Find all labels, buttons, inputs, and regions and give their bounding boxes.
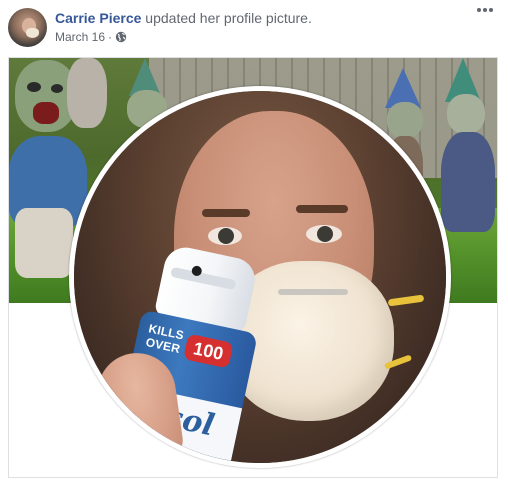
author-name-link[interactable]: Carrie Pierce (55, 10, 141, 26)
eyebrow-left (202, 209, 250, 217)
more-options-icon[interactable] (477, 8, 497, 20)
feed-post: Carrie Pierce updated her profile pictur… (0, 0, 508, 487)
globe-icon[interactable] (115, 31, 127, 43)
author-avatar[interactable] (8, 8, 47, 47)
post-media[interactable]: KILLS OVER 100 Lysol (8, 57, 498, 478)
post-action-text: updated her profile picture. (141, 10, 312, 26)
post-meta: March 16 · (55, 29, 127, 45)
post-header: Carrie Pierce updated her profile pictur… (0, 0, 508, 56)
avatar-mask (26, 28, 39, 38)
mask-nose-clip (278, 289, 348, 295)
spray-badge-100: 100 (183, 333, 234, 369)
post-title-line: Carrie Pierce updated her profile pictur… (55, 9, 312, 27)
zombie-gnome-right-green (437, 58, 497, 258)
meta-separator: · (108, 30, 113, 44)
post-date-link[interactable]: March 16 (55, 29, 105, 45)
profile-picture[interactable]: KILLS OVER 100 Lysol (69, 86, 451, 468)
eyebrow-right (296, 205, 348, 213)
